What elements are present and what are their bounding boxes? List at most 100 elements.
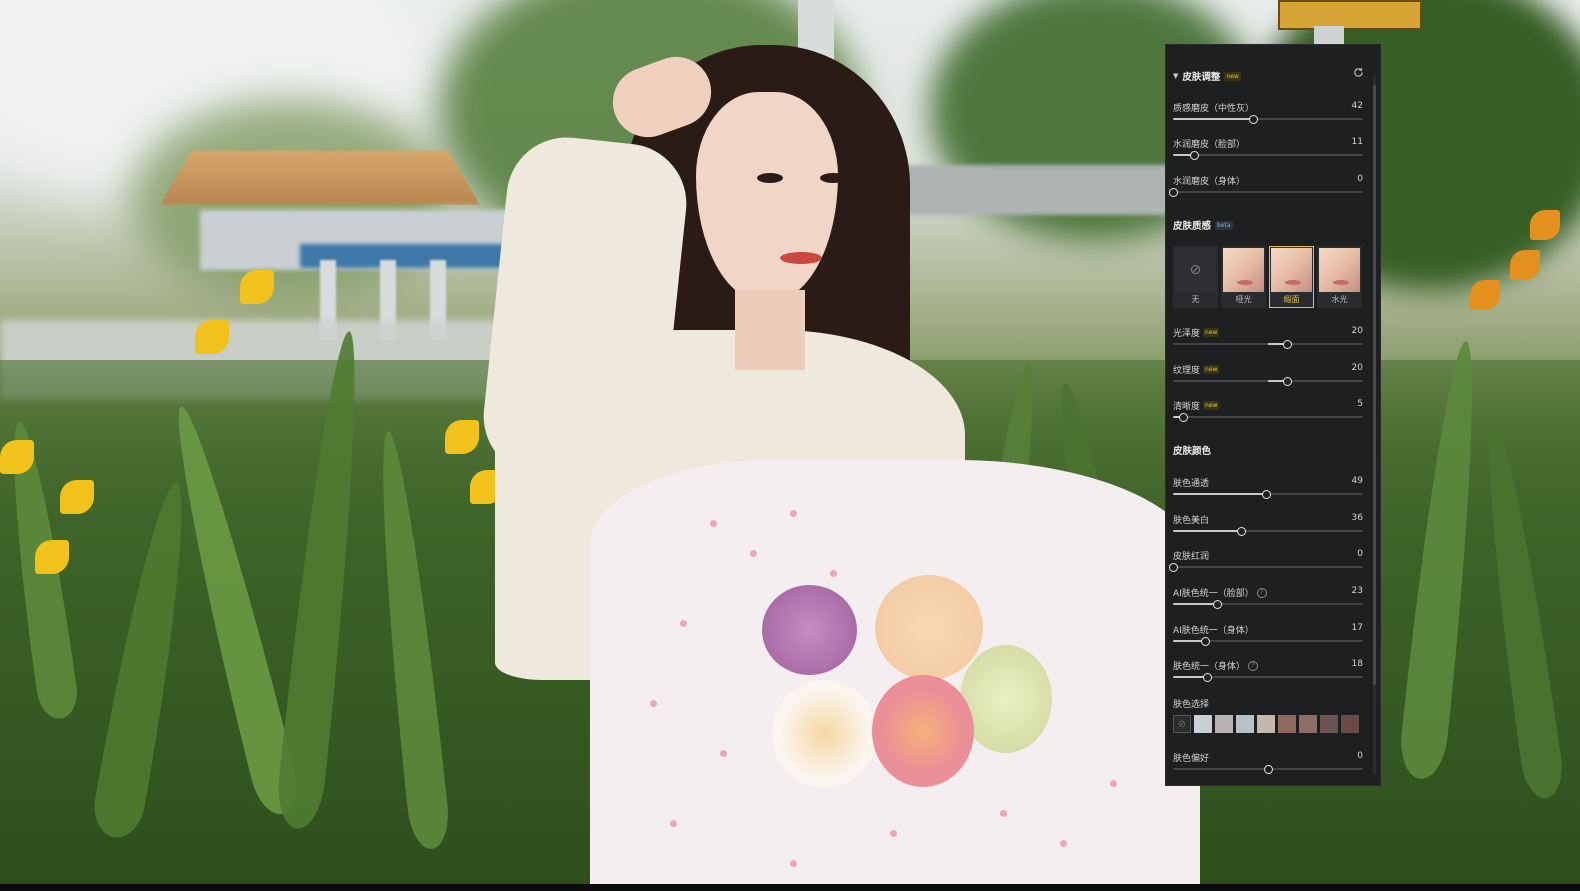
slider-hydrate-body[interactable]: 水润磨皮（身体） 0 (1169, 174, 1363, 202)
cream-rose (960, 645, 1052, 753)
tone-swatch[interactable] (1236, 715, 1254, 733)
slider-translucency[interactable]: 肤色通透 49 (1173, 476, 1363, 504)
pavilion-roof (160, 150, 480, 205)
new-badge: new (1203, 401, 1220, 410)
slider-value[interactable]: 17 (1352, 623, 1363, 633)
skin-adjust-header[interactable]: ▼ 皮肤调整 new (1173, 69, 1241, 83)
slider-track[interactable] (1173, 340, 1363, 349)
slider-label: AI肤色统一（脸部）? (1173, 586, 1267, 599)
slider-clarity[interactable]: 清晰度 new 5 (1173, 399, 1363, 427)
slider-value[interactable]: 18 (1352, 659, 1363, 669)
help-icon[interactable]: ? (1256, 587, 1267, 598)
skin-tone-select-label: 肤色选择 (1173, 700, 1210, 710)
slider-track[interactable] (1173, 637, 1363, 646)
slider-label: 肤色统一（身体）? (1173, 659, 1259, 672)
slider-grain[interactable]: 纹理度 new 20 (1173, 363, 1363, 391)
slider-track[interactable] (1173, 673, 1363, 682)
texture-option-matte[interactable]: 哑光 (1221, 246, 1266, 308)
slider-label: 肤色通透 (1173, 479, 1210, 489)
new-badge: new (1203, 328, 1220, 337)
slider-label: 质感磨皮（中性灰） (1173, 104, 1255, 114)
skin-thumbnail (1319, 248, 1360, 292)
slider-track[interactable] (1169, 188, 1363, 197)
tone-swatch[interactable] (1278, 715, 1296, 733)
skin-adjust-panel: ▼ 皮肤调整 new 质感磨皮（中性灰） 42 水润磨皮（脸部） 11 水润磨皮… (1165, 44, 1381, 786)
tone-swatch[interactable] (1215, 715, 1233, 733)
slider-track[interactable] (1173, 600, 1363, 609)
pink-rose (872, 675, 974, 787)
none-icon: ⊘ (1175, 248, 1216, 292)
tone-swatch[interactable] (1257, 715, 1275, 733)
slider-handle[interactable] (1201, 637, 1211, 646)
slider-value[interactable]: 0 (1357, 751, 1363, 761)
slider-value[interactable]: 0 (1357, 174, 1363, 184)
skin-color-header: 皮肤颜色 (1173, 443, 1211, 457)
help-icon[interactable]: ? (1248, 660, 1259, 671)
tone-swatch[interactable] (1299, 715, 1317, 733)
slider-hydrate-face[interactable]: 水润磨皮（脸部） 11 (1173, 137, 1363, 165)
slider-handle[interactable] (1189, 151, 1199, 160)
slider-ai-unify-face[interactable]: AI肤色统一（脸部）? 23 (1173, 586, 1363, 614)
floral-dress (590, 460, 1200, 884)
texture-options: ⊘ 无 哑光 缎面 水光 (1173, 246, 1363, 310)
slider-label: AI肤色统一（身体） (1173, 626, 1254, 636)
slider-handle[interactable] (1203, 673, 1213, 682)
slider-ai-unify-body[interactable]: AI肤色统一（身体） 17 (1173, 623, 1363, 651)
slider-whitening[interactable]: 肤色美白 36 (1173, 513, 1363, 541)
slider-value[interactable]: 20 (1352, 363, 1363, 373)
no-tone-swatch[interactable]: ⊘ (1173, 715, 1191, 733)
photo-editor-canvas[interactable]: ▼ 皮肤调整 new 质感磨皮（中性灰） 42 水润磨皮（脸部） 11 水润磨皮… (0, 0, 1580, 891)
slider-track[interactable] (1173, 115, 1363, 124)
slider-track[interactable] (1173, 151, 1363, 160)
skin-thumbnail (1271, 248, 1312, 292)
texture-option-satin[interactable]: 缎面 (1269, 246, 1314, 308)
slider-label: 水润磨皮（身体） (1173, 177, 1246, 187)
slider-value[interactable]: 20 (1352, 326, 1363, 336)
slider-value[interactable]: 23 (1352, 586, 1363, 596)
slider-handle[interactable] (1248, 115, 1258, 124)
slider-handle[interactable] (1178, 413, 1188, 422)
scrollbar-thumb[interactable] (1373, 85, 1376, 685)
texture-header: 皮肤质感 beta (1173, 218, 1233, 232)
tone-swatch[interactable] (1341, 715, 1359, 733)
slider-handle[interactable] (1283, 377, 1292, 386)
slider-handle[interactable] (1169, 188, 1178, 197)
texture-title: 皮肤质感 (1173, 221, 1212, 232)
slider-track[interactable] (1169, 563, 1363, 572)
slider-label: 皮肤红润 (1173, 552, 1210, 562)
slider-handle[interactable] (1237, 527, 1247, 536)
texture-option-none[interactable]: ⊘ 无 (1173, 246, 1218, 308)
slider-handle[interactable] (1212, 600, 1222, 609)
slider-value[interactable]: 0 (1357, 549, 1363, 559)
slider-label: 水润磨皮（脸部） (1173, 140, 1246, 150)
slider-rosy[interactable]: 皮肤红润 0 (1169, 549, 1363, 577)
slider-gloss[interactable]: 光泽度 new 20 (1173, 326, 1363, 354)
slider-unify-body[interactable]: 肤色统一（身体）? 18 (1173, 659, 1363, 687)
slider-handle[interactable] (1264, 765, 1273, 774)
slider-handle[interactable] (1283, 340, 1292, 349)
slider-handle[interactable] (1262, 490, 1272, 499)
slider-label: 清晰度 new (1173, 401, 1220, 412)
slider-track[interactable] (1173, 413, 1363, 422)
slider-handle[interactable] (1169, 563, 1178, 572)
slider-value[interactable]: 42 (1352, 101, 1363, 111)
slider-value[interactable]: 11 (1352, 137, 1363, 147)
texture-option-label: 水光 (1331, 295, 1348, 304)
slider-label: 纹理度 new (1173, 365, 1220, 376)
slider-value[interactable]: 36 (1352, 513, 1363, 523)
slider-tone-preference[interactable]: 肤色偏好 0 (1173, 751, 1363, 779)
reset-icon[interactable] (1353, 67, 1364, 78)
tone-swatch[interactable] (1194, 715, 1212, 733)
slider-value[interactable]: 49 (1352, 476, 1363, 486)
slider-track[interactable] (1173, 377, 1363, 386)
collapse-triangle-icon[interactable]: ▼ (1173, 72, 1178, 80)
texture-option-label: 缎面 (1283, 295, 1300, 304)
texture-option-glow[interactable]: 水光 (1317, 246, 1362, 308)
slider-texture-smoothing[interactable]: 质感磨皮（中性灰） 42 (1173, 101, 1363, 129)
slider-label: 肤色偏好 (1173, 754, 1210, 764)
slider-track[interactable] (1173, 765, 1363, 774)
slider-track[interactable] (1173, 490, 1363, 499)
tone-swatch[interactable] (1320, 715, 1338, 733)
slider-track[interactable] (1173, 527, 1363, 536)
slider-value[interactable]: 5 (1357, 399, 1363, 409)
